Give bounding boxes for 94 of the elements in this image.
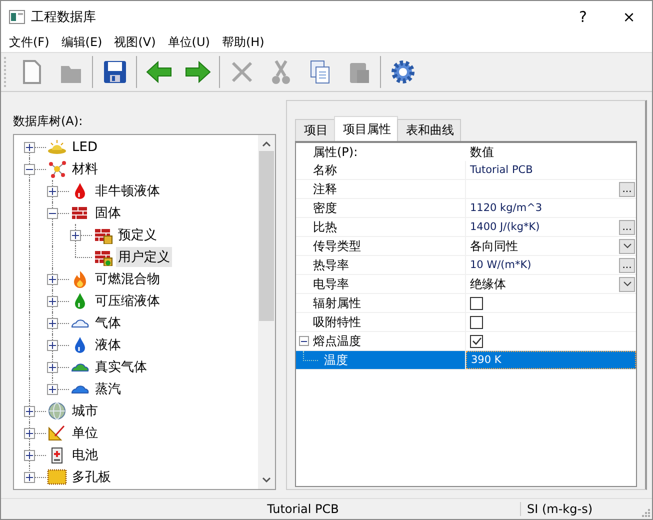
property-name: 热导率: [313, 256, 349, 274]
globe-icon: [47, 402, 67, 420]
expand-toggle[interactable]: [24, 472, 35, 483]
window-title: 工程数据库: [31, 8, 97, 26]
property-name: 密度: [313, 200, 337, 216]
vertical-scrollbar[interactable]: [258, 135, 275, 489]
dropdown-button[interactable]: [619, 238, 635, 254]
tab[interactable]: 项目属性: [334, 116, 398, 141]
scroll-up-icon[interactable]: [262, 141, 271, 147]
tree-item[interactable]: 多孔板: [70, 467, 113, 487]
property-name: 注释: [313, 180, 337, 198]
grid-plate-icon: [47, 468, 67, 486]
property-value[interactable]: 390 K: [471, 354, 502, 366]
expand-toggle[interactable]: [47, 340, 58, 351]
tree-item[interactable]: 城市: [70, 401, 100, 421]
tab[interactable]: 项目: [295, 119, 335, 141]
tree-item[interactable]: 固体: [93, 203, 123, 223]
expand-toggle[interactable]: [47, 318, 58, 329]
tree-item[interactable]: 可压缩液体: [93, 291, 162, 311]
settings-icon[interactable]: [388, 58, 416, 86]
menu-item[interactable]: 单位(U): [162, 34, 216, 50]
property-value[interactable]: 绝缘体: [470, 276, 506, 292]
status-units: SI (m-kg-s): [526, 502, 594, 516]
chevron-down-icon: [622, 281, 632, 287]
tree-item[interactable]: 蒸汽: [93, 379, 123, 399]
expand-toggle[interactable]: [47, 208, 58, 219]
expand-toggle[interactable]: [47, 384, 58, 395]
brick-icon: [70, 204, 90, 222]
ruler-icon: [47, 424, 67, 442]
lamp-icon: [47, 138, 67, 156]
expand-toggle[interactable]: [24, 428, 35, 439]
property-name: 熔点温度: [313, 332, 361, 350]
tree-item[interactable]: 电池: [70, 445, 100, 465]
expand-toggle[interactable]: [47, 186, 58, 197]
browse-button[interactable]: ...: [619, 258, 635, 272]
browse-button[interactable]: ...: [619, 220, 635, 234]
resize-grip-icon[interactable]: [640, 507, 650, 517]
expand-toggle[interactable]: [24, 406, 35, 417]
menu-item[interactable]: 帮助(H): [216, 34, 270, 50]
tree-item[interactable]: 真实气体: [93, 357, 149, 377]
status-text: Tutorial PCB: [1, 502, 521, 516]
tree-item[interactable]: 气体: [93, 313, 123, 333]
tab[interactable]: 表和曲线: [397, 119, 461, 141]
checkbox[interactable]: [470, 316, 483, 328]
property-value[interactable]: 10 W/(m*K): [470, 259, 532, 271]
tree-label: 数据库树(A):: [13, 113, 84, 130]
help-button[interactable]: ?: [560, 1, 606, 32]
expand-toggle[interactable]: [24, 450, 35, 461]
tree-item[interactable]: 液体: [93, 335, 123, 355]
column-header: 数值: [469, 144, 495, 160]
forward-arrow-icon[interactable]: [184, 58, 212, 86]
tree-item[interactable]: 用户定义: [116, 247, 172, 267]
collapse-toggle[interactable]: [299, 336, 309, 346]
brick-user-icon: [93, 248, 113, 266]
menu-item[interactable]: 文件(F): [3, 34, 56, 50]
tree-item[interactable]: 可燃混合物: [93, 269, 162, 289]
expand-toggle[interactable]: [47, 362, 58, 373]
tree-item[interactable]: 材料: [70, 159, 100, 179]
check-icon: [472, 337, 482, 345]
property-name: 电导率: [313, 276, 349, 292]
expand-toggle[interactable]: [70, 230, 81, 241]
tree-item[interactable]: LED: [70, 138, 100, 156]
expand-toggle[interactable]: [47, 274, 58, 285]
chevron-down-icon: [622, 243, 632, 249]
scroll-thumb[interactable]: [259, 151, 274, 321]
tree-item[interactable]: 非牛顿液体: [93, 181, 162, 201]
property-name: 比热: [313, 218, 337, 236]
scroll-down-icon[interactable]: [262, 477, 271, 483]
app-icon: [9, 10, 25, 24]
property-name: 吸附特性: [313, 314, 361, 330]
expand-toggle[interactable]: [47, 296, 58, 307]
close-button[interactable]: ×: [606, 1, 652, 32]
menu-item[interactable]: 编辑(E): [55, 34, 108, 50]
property-value[interactable]: 各向同性: [470, 238, 518, 254]
expand-toggle[interactable]: [24, 142, 35, 153]
checkbox[interactable]: [470, 296, 483, 310]
checkbox[interactable]: [470, 334, 483, 348]
property-name: 温度: [324, 352, 348, 368]
property-name: 传导类型: [313, 238, 361, 254]
property-value[interactable]: 1400 J/(kg*K): [470, 221, 540, 233]
menu-item[interactable]: 视图(V): [108, 34, 162, 50]
property-name: 名称: [313, 162, 337, 178]
property-value[interactable]: Tutorial PCB: [470, 164, 533, 176]
tree-item[interactable]: 预定义: [116, 225, 159, 245]
tree-item[interactable]: 单位: [70, 423, 100, 443]
property-value[interactable]: 1120 kg/m^3: [470, 202, 542, 214]
property-name: 辐射属性: [313, 294, 361, 312]
dropdown-button[interactable]: [619, 276, 635, 292]
expand-toggle[interactable]: [24, 164, 35, 175]
column-header: 属性(P):: [312, 144, 359, 160]
molecule-icon: [47, 160, 67, 178]
brick-lock-icon: [93, 226, 113, 244]
back-arrow-icon[interactable]: [144, 58, 172, 86]
browse-button[interactable]: ...: [619, 182, 635, 196]
